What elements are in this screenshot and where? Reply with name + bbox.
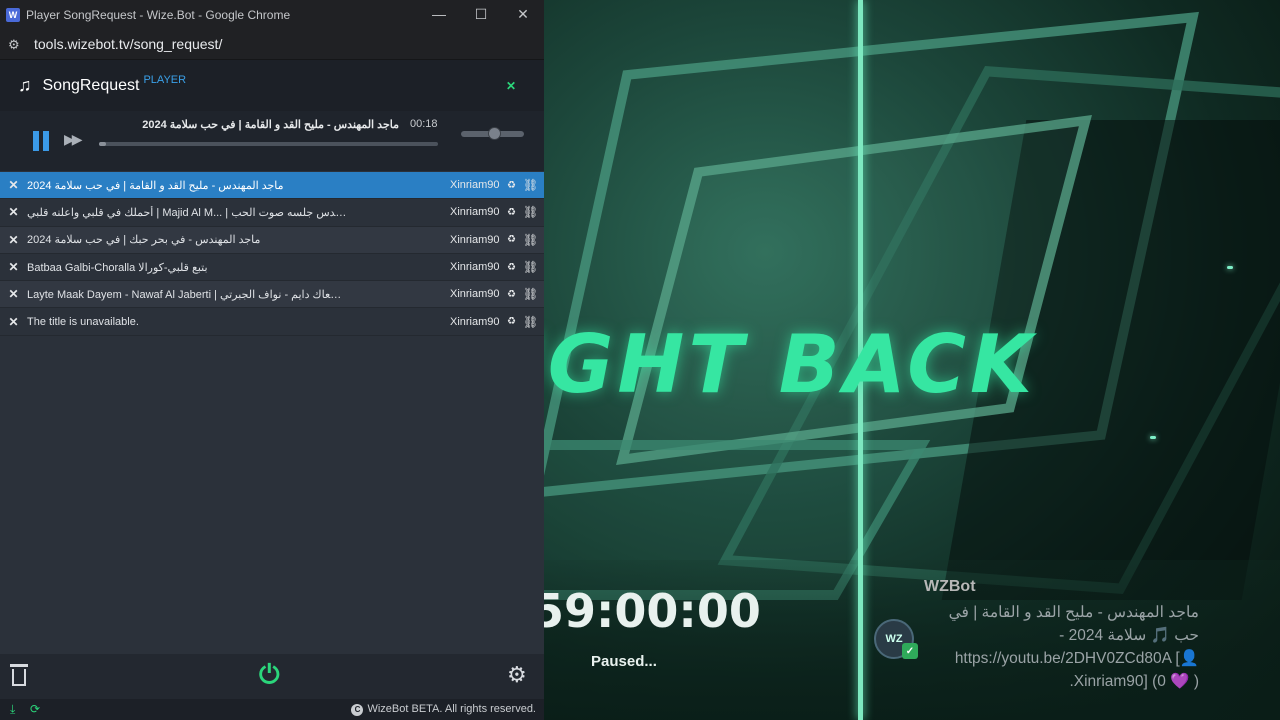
user-icon: ♻ (507, 261, 516, 273)
stream-timer: 59:00:00 (544, 584, 761, 638)
chat-message-text: ماجد المهندس - مليح القد و القامة | في ح… (948, 604, 1199, 690)
close-window-button[interactable]: ✕ (502, 6, 544, 23)
copyright-text: C WizeBot BETA. All rights reserved. (351, 703, 536, 716)
remove-song-icon[interactable]: ✕ (0, 233, 27, 247)
player-controls: ▶▶ ماجد المهندس - مليح القد و القامة | ف… (0, 111, 544, 171)
link-icon[interactable]: ⛓ (523, 287, 538, 301)
minimize-button[interactable]: — (418, 6, 460, 23)
music-note-icon: ♫ (18, 75, 32, 95)
avatar-text: WZ (885, 633, 903, 645)
link-icon[interactable]: ⛓ (523, 178, 538, 192)
remove-song-icon[interactable]: ✕ (0, 315, 27, 329)
remove-song-icon[interactable]: ✕ (0, 287, 27, 301)
avatar: WZ ✓ (874, 619, 918, 659)
progress-bar[interactable] (99, 142, 438, 146)
queue-song-title: The title is unavailable. (27, 315, 139, 328)
user-icon: ♻ (507, 288, 516, 300)
queue-song-title: Layte Maak Dayem - Nawaf Al Jaberti | لي… (27, 288, 347, 301)
check-icon: ✓ (902, 643, 918, 659)
volume-knob[interactable] (487, 127, 501, 140)
stream-overlay-text: IGHT BACK (544, 318, 1036, 411)
app-brand: SongRequest (42, 76, 140, 94)
stream-scene: IGHT BACK 59:00:00 Paused... WZBot WZ ✓ … (544, 0, 1280, 720)
user-icon: ♻ (507, 316, 516, 328)
queue-requester: Xinriam90 (450, 233, 500, 246)
queue-requester: Xinriam90 (450, 179, 500, 192)
queue-requester: Xinriam90 (450, 206, 500, 219)
maximize-button[interactable]: ☐ (460, 6, 502, 23)
link-icon[interactable]: ⛓ (523, 315, 538, 329)
queue-row[interactable]: ✕ Batbaa Galbi-Choralla بتبع قلبي-كورالا X… (0, 253, 544, 282)
queue-row[interactable]: ✕ أحملك في قلبي واعلنه قلبي | Majid Al M.… (0, 199, 544, 227)
copyright-label: WizeBot BETA. All rights reserved. (367, 703, 536, 715)
chat-username: WZBot (924, 578, 976, 595)
songrequest-app: ♫ SongRequest PLAYER ✕ ▶▶ ماجد المهندس -… (0, 60, 544, 720)
queue-song-title: ماجد المهندس - في بحر حبك | في حب سلامة … (27, 234, 261, 247)
window-titlebar: W Player SongRequest - Wize.Bot - Google… (0, 0, 544, 29)
queue-requester: Xinriam90 (450, 261, 500, 274)
remove-song-icon[interactable]: ✕ (0, 205, 27, 219)
window-title: Player SongRequest - Wize.Bot - Google C… (26, 7, 291, 22)
queue-row[interactable]: ✕ ماجد المهندس - في بحر حبك | في حب سلامة… (0, 226, 544, 254)
link-icon[interactable]: ⛓ (523, 205, 538, 219)
url-text[interactable]: tools.wizebot.tv/song_request/ (34, 36, 222, 52)
favicon-icon: W (6, 7, 20, 22)
header-close-icon[interactable]: ✕ (506, 79, 516, 93)
remove-song-icon[interactable]: ✕ (0, 178, 27, 192)
address-bar[interactable]: ⚙ tools.wizebot.tv/song_request/ (0, 29, 544, 60)
download-icon[interactable]: ⤓ (10, 702, 15, 717)
link-icon[interactable]: ⛓ (523, 260, 538, 274)
queue-requester: Xinriam90 (450, 315, 500, 328)
now-playing-title: ماجد المهندس - مليح القد و القامة | في ح… (142, 119, 399, 131)
pause-button[interactable] (33, 131, 49, 151)
queue-row[interactable]: ✕ The title is unavailable. Xinriam90 ♻ ⛓ (0, 308, 544, 336)
copyright-icon: C (351, 704, 364, 716)
user-icon: ♻ (507, 206, 516, 218)
queue-song-title: ماجد المهندس - مليح القد و القامة | في ح… (27, 179, 284, 192)
queue-row[interactable]: ✕ Layte Maak Dayem - Nawaf Al Jaberti | ل… (0, 281, 544, 309)
refresh-icon[interactable]: ⟳ (30, 702, 40, 716)
queue-song-title: أحملك في قلبي واعلنه قلبي | Majid Al M..… (27, 206, 347, 219)
elapsed-time: 00:18 (410, 118, 438, 130)
app-footer-toolbar: ⏻ ⚙ (0, 654, 544, 699)
song-queue: ✕ ماجد المهندس - مليح القد و القامة | في … (0, 172, 544, 336)
queue-requester: Xinriam90 (450, 288, 500, 301)
user-icon: ♻ (507, 179, 516, 191)
status-bar: ⤓ ⟳ C WizeBot BETA. All rights reserved. (0, 699, 544, 720)
trash-icon[interactable] (10, 664, 28, 686)
sparkle (1227, 266, 1233, 269)
app-header: ♫ SongRequest PLAYER ✕ (0, 60, 544, 111)
app-brand-sub: PLAYER (143, 73, 187, 86)
queue-song-title: Batbaa Galbi-Choralla بتبع قلبي-كورالا (27, 261, 208, 274)
queue-row[interactable]: ✕ ماجد المهندس - مليح القد و القامة | في … (0, 172, 544, 200)
browser-window: W Player SongRequest - Wize.Bot - Google… (0, 0, 544, 720)
gear-icon[interactable]: ⚙ (507, 662, 527, 688)
progress-fill (99, 142, 106, 146)
sparkle (1150, 436, 1156, 439)
skip-forward-icon[interactable]: ▶▶ (64, 131, 82, 148)
remove-song-icon[interactable]: ✕ (0, 260, 27, 274)
volume-slider[interactable] (461, 127, 524, 140)
window-controls: — ☐ ✕ (418, 6, 544, 23)
power-icon[interactable]: ⏻ (259, 661, 280, 687)
site-settings-icon[interactable]: ⚙ (8, 37, 24, 52)
user-icon: ♻ (507, 234, 516, 246)
link-icon[interactable]: ⛓ (523, 233, 538, 247)
stream-status: Paused... (591, 653, 657, 670)
